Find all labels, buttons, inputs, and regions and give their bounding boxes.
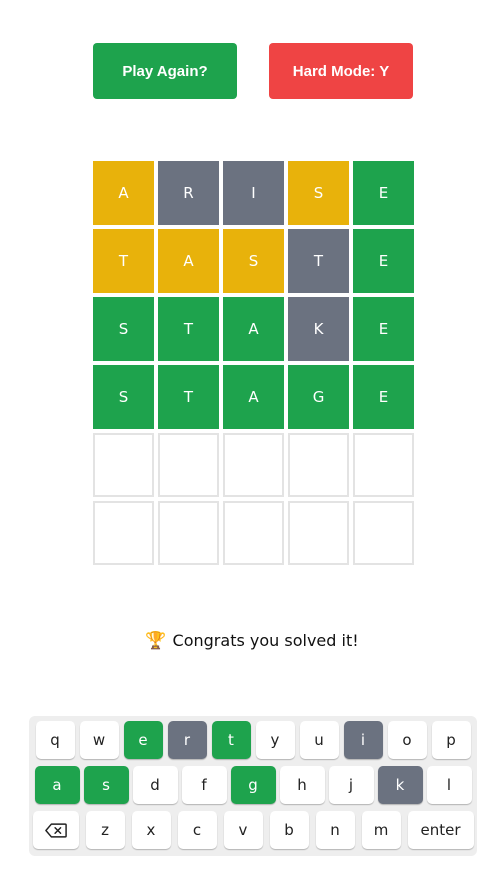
key-v[interactable]: v — [223, 811, 263, 849]
backspace-icon — [44, 822, 67, 838]
board-tile — [158, 433, 219, 497]
board-tile — [223, 433, 284, 497]
board-tile: I — [223, 161, 284, 225]
hard-mode-button[interactable]: Hard Mode: Y — [269, 43, 413, 99]
board-tile — [158, 501, 219, 565]
board-row: STAKE — [93, 297, 414, 361]
board-tile — [223, 501, 284, 565]
key-b[interactable]: b — [269, 811, 309, 849]
board-tile: R — [158, 161, 219, 225]
key-x[interactable]: x — [131, 811, 171, 849]
key-l[interactable]: l — [426, 766, 472, 804]
board-tile: A — [223, 297, 284, 361]
status-message: 🏆 Congrats you solved it! — [0, 631, 504, 651]
board-row: ARISE — [93, 161, 414, 225]
key-h[interactable]: h — [279, 766, 325, 804]
board-tile: T — [93, 229, 154, 293]
key-n[interactable]: n — [315, 811, 355, 849]
key-z[interactable]: z — [85, 811, 125, 849]
board-tile: T — [288, 229, 349, 293]
key-o[interactable]: o — [387, 721, 427, 759]
board-tile: K — [288, 297, 349, 361]
board-row — [93, 501, 414, 565]
board-tile — [288, 501, 349, 565]
key-g[interactable]: g — [230, 766, 276, 804]
status-text: Congrats you solved it! — [172, 631, 359, 650]
board-tile: S — [223, 229, 284, 293]
key-d[interactable]: d — [132, 766, 178, 804]
board-tile — [353, 501, 414, 565]
board-tile: A — [93, 161, 154, 225]
key-m[interactable]: m — [361, 811, 401, 849]
key-u[interactable]: u — [299, 721, 339, 759]
board-tile: E — [353, 161, 414, 225]
key-r[interactable]: r — [167, 721, 207, 759]
key-j[interactable]: j — [328, 766, 374, 804]
board-tile: S — [93, 365, 154, 429]
key-e[interactable]: e — [123, 721, 163, 759]
on-screen-keyboard: qwertyuiop asdfghjkl z x c v b n m enter — [29, 716, 477, 856]
trophy-icon: 🏆 — [145, 631, 167, 651]
key-c[interactable]: c — [177, 811, 217, 849]
key-k[interactable]: k — [377, 766, 423, 804]
board-tile: S — [288, 161, 349, 225]
key-a[interactable]: a — [34, 766, 80, 804]
key-i[interactable]: i — [343, 721, 383, 759]
key-f[interactable]: f — [181, 766, 227, 804]
board-tile: S — [93, 297, 154, 361]
key-t[interactable]: t — [211, 721, 251, 759]
key-q[interactable]: q — [35, 721, 75, 759]
keyboard-row-2: asdfghjkl — [29, 766, 477, 804]
board-tile: E — [353, 365, 414, 429]
key-w[interactable]: w — [79, 721, 119, 759]
keyboard-row-1: qwertyuiop — [29, 721, 477, 759]
board-tile: T — [158, 365, 219, 429]
game-board: ARISETASTESTAKESTAGE — [93, 161, 414, 569]
backspace-key[interactable] — [32, 811, 79, 849]
key-y[interactable]: y — [255, 721, 295, 759]
board-tile: E — [353, 229, 414, 293]
board-tile — [93, 501, 154, 565]
board-tile: E — [353, 297, 414, 361]
key-p[interactable]: p — [431, 721, 471, 759]
board-tile — [288, 433, 349, 497]
board-row — [93, 433, 414, 497]
board-row: STAGE — [93, 365, 414, 429]
key-s[interactable]: s — [83, 766, 129, 804]
board-tile — [353, 433, 414, 497]
board-tile — [93, 433, 154, 497]
board-tile: A — [158, 229, 219, 293]
keyboard-row-3: z x c v b n m enter — [29, 811, 477, 849]
play-again-button[interactable]: Play Again? — [93, 43, 237, 99]
enter-key[interactable]: enter — [407, 811, 474, 849]
board-tile: T — [158, 297, 219, 361]
board-tile: A — [223, 365, 284, 429]
board-row: TASTE — [93, 229, 414, 293]
board-tile: G — [288, 365, 349, 429]
